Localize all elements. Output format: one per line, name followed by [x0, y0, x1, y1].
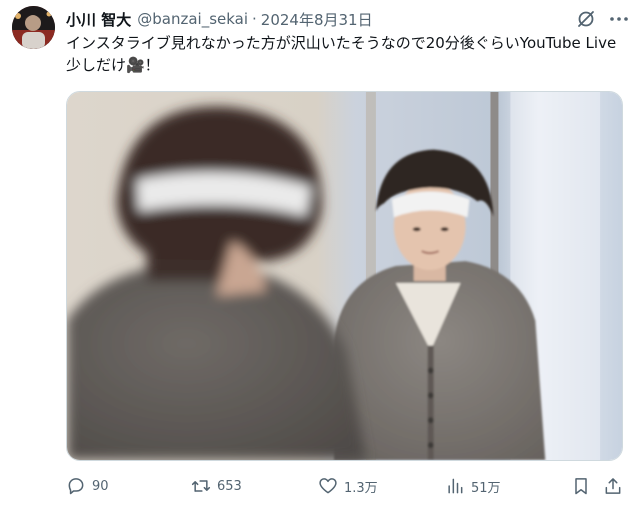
action-bar: 90 653 1.3万 51万: [0, 470, 640, 502]
bookmark-button[interactable]: [571, 470, 591, 502]
author-avatar[interactable]: [12, 6, 55, 49]
bookmark-icon: [575, 478, 587, 495]
reply-icon: [68, 478, 84, 495]
reply-button[interactable]: 90: [66, 470, 109, 502]
like-count: 1.3万: [344, 480, 378, 496]
reply-count: 90: [92, 478, 109, 494]
retweet-icon: [191, 480, 211, 492]
more-icon[interactable]: [608, 9, 630, 29]
share-button[interactable]: [603, 470, 623, 502]
author-name[interactable]: 小川 智大: [66, 9, 131, 30]
tweet-photo[interactable]: [66, 91, 623, 461]
retweet-count: 653: [217, 478, 242, 494]
tweet-date[interactable]: 2024年8月31日: [261, 9, 373, 30]
views-button[interactable]: 51万: [445, 470, 501, 502]
grok-icon[interactable]: [576, 9, 596, 29]
share-icon: [605, 478, 621, 494]
heart-icon: [319, 478, 337, 494]
like-button[interactable]: 1.3万: [318, 470, 378, 502]
separator-dot: ·: [252, 10, 257, 28]
author-handle[interactable]: @banzai_sekai: [137, 10, 248, 28]
retweet-button[interactable]: 653: [191, 470, 242, 502]
view-count: 51万: [471, 480, 501, 496]
tweet: 小川 智大 @banzai_sekai · 2024年8月31日 インスタライブ…: [0, 0, 640, 505]
tweet-header: 小川 智大 @banzai_sekai · 2024年8月31日: [66, 8, 373, 30]
views-icon: [448, 478, 463, 494]
tweet-text: インスタライブ見れなかった方が沢山いたそうなので20分後ぐらいYouTube L…: [66, 34, 617, 74]
